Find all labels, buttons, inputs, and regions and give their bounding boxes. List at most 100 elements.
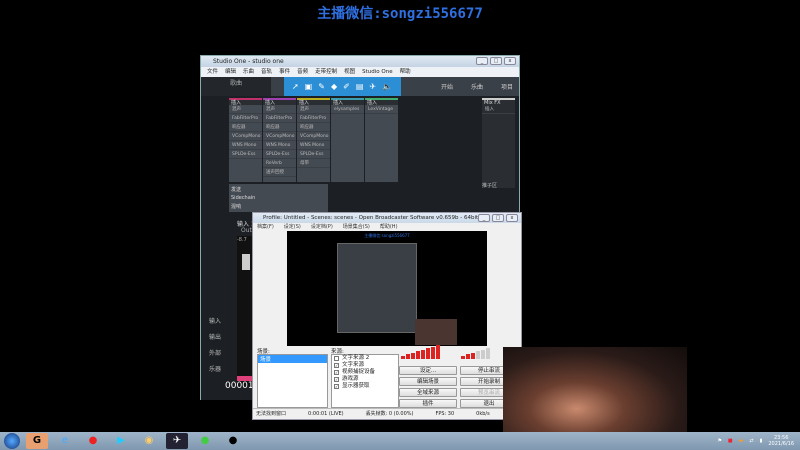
insert-plugin[interactable]: 母带 [297, 159, 330, 168]
insert-plugin[interactable]: FabFilterPro [263, 114, 296, 123]
maximize-button[interactable]: □ [490, 57, 502, 65]
mixfx-header[interactable]: Mix FX [482, 98, 515, 106]
insert-plugin[interactable]: SPLDe-Ess [229, 150, 262, 159]
source-item[interactable]: ✓ 游戏源 [332, 376, 398, 383]
menu-item[interactable]: 音频 [297, 67, 308, 77]
obs-button[interactable]: 设定... [399, 366, 457, 375]
chat-app-icon[interactable]: ● [194, 433, 216, 449]
obs-button[interactable]: 全域来源 [399, 388, 457, 397]
side-button[interactable]: 输出 [209, 332, 221, 341]
side-button[interactable]: 外部 [209, 348, 221, 357]
side-button[interactable]: 乐器 [209, 364, 221, 373]
menu-item[interactable]: 设定(S) [284, 223, 301, 231]
mute-tool-icon[interactable]: ✈ [369, 82, 376, 91]
split-tool-icon[interactable]: ▤ [356, 82, 364, 91]
paint-tool-icon[interactable]: ✐ [343, 82, 350, 91]
obs-taskbar-icon[interactable]: ● [222, 433, 244, 449]
insert-plugin[interactable]: VCompMono [263, 132, 296, 141]
menu-item[interactable]: 音轨 [261, 67, 272, 77]
pencil-tool-icon[interactable]: ✎ [318, 82, 325, 91]
netease-music-icon[interactable]: ● [82, 433, 104, 449]
menu-item[interactable]: 帮助(H) [380, 223, 398, 231]
keyboard-icon[interactable]: ▬ [739, 438, 744, 444]
menu-item[interactable]: 设定档(P) [311, 223, 333, 231]
insert-plugin[interactable]: WNS Mono [297, 141, 330, 150]
speaker-icon[interactable]: 🔈 [382, 82, 392, 91]
volume-icon[interactable]: ▮ [760, 438, 763, 444]
flag-icon[interactable]: ⚑ [717, 438, 721, 444]
insert-plugin[interactable]: VCompMono [229, 132, 262, 141]
insert-plugin[interactable]: VCompMono [297, 132, 330, 141]
insert-plugin[interactable]: FabFilterPro [229, 114, 262, 123]
insert-plugin[interactable]: FabFilterPro [297, 114, 330, 123]
project-button[interactable]: 项目 [501, 82, 513, 91]
insert-plugin[interactable]: SPLDe-Ess [297, 150, 330, 159]
menu-item[interactable]: 档案(F) [257, 223, 274, 231]
insert-header[interactable]: 插入 [297, 98, 330, 106]
insert-plugin[interactable]: SPLDe-Ess [263, 150, 296, 159]
game-icon[interactable]: ◉ [138, 433, 160, 449]
eraser-tool-icon[interactable]: ◆ [331, 82, 337, 91]
clock[interactable]: 23:56 2021/6/16 [768, 435, 794, 447]
insert-plugin[interactable]: 响应器 [229, 123, 262, 132]
insert-plugin[interactable]: LexVintage [365, 105, 398, 114]
source-item[interactable]: 文字来源 2 [332, 355, 398, 362]
insert-header[interactable]: 插入 [365, 98, 398, 106]
send-sidechain[interactable]: Sidechain [231, 195, 326, 201]
insert-header[interactable]: 插入 [229, 98, 262, 106]
start-button[interactable] [4, 433, 20, 449]
menu-item[interactable]: 事件 [279, 67, 290, 77]
source-item[interactable]: ✓ 显示器获取 [332, 383, 398, 390]
network-icon[interactable]: ⇄ [749, 438, 753, 444]
app-g-icon[interactable]: G [26, 433, 48, 449]
obs-button[interactable]: 插件 [399, 399, 457, 408]
insert-plugin[interactable]: 混声 [297, 105, 330, 114]
insert-plugin[interactable]: elysamples [331, 105, 364, 114]
song-button[interactable]: 乐曲 [471, 82, 483, 91]
insert-plugin[interactable]: WNS Mono [263, 141, 296, 150]
source-checkbox[interactable]: ✓ [334, 377, 339, 382]
obs-titlebar[interactable]: Profile: Untitled - Scenes: scenes - Ope… [253, 213, 521, 223]
studio-one-taskbar-icon[interactable]: ✈ [166, 433, 188, 449]
source-checkbox[interactable]: ✓ [334, 363, 339, 368]
menu-item[interactable]: 乐曲 [243, 67, 254, 77]
fader-knob[interactable] [242, 254, 250, 270]
insert-header[interactable]: 插入 [331, 98, 364, 106]
insert-plugin[interactable]: WNS Mono [229, 141, 262, 150]
song-selector[interactable]: 歌曲 [201, 77, 271, 96]
insert-plugin[interactable]: 响应器 [297, 123, 330, 132]
close-button[interactable]: x [504, 57, 516, 65]
video-player-icon[interactable]: ▶ [110, 433, 132, 449]
obs-button[interactable]: 编辑场景 [399, 377, 457, 386]
insert-plugin[interactable]: 响应器 [263, 123, 296, 132]
range-tool-icon[interactable]: ▣ [305, 82, 313, 91]
source-checkbox[interactable]: ✓ [334, 370, 339, 375]
insert-plugin[interactable]: 送声回授 [263, 168, 296, 177]
arrow-tool-icon[interactable]: ➚ [292, 82, 299, 91]
source-checkbox[interactable]: ✓ [334, 384, 339, 389]
insert-plugin[interactable]: ReVerb [263, 159, 296, 168]
obs-window[interactable]: Profile: Untitled - Scenes: scenes - Ope… [252, 212, 522, 420]
insert-header[interactable]: 插入 [263, 98, 296, 106]
tray-app-icon[interactable]: ■ [728, 438, 733, 444]
menu-item[interactable]: 编辑 [225, 67, 236, 77]
insert-plugin[interactable]: 混声 [229, 105, 262, 114]
menu-item[interactable]: 帮助 [400, 67, 411, 77]
menu-item[interactable]: 视图 [344, 67, 355, 77]
insert-plugin[interactable]: 混声 [263, 105, 296, 114]
side-button[interactable]: 输入 [209, 316, 221, 325]
send-reverb[interactable]: 混响 [231, 203, 326, 210]
ie-icon[interactable]: e [54, 433, 76, 449]
start-button[interactable]: 开始 [441, 82, 453, 91]
source-item[interactable]: ✓ 视频捕捉设备 [332, 369, 398, 376]
minimize-button[interactable]: _ [476, 57, 488, 65]
mixfx-insert[interactable]: 插入 [482, 105, 515, 114]
studio-one-titlebar[interactable]: Studio One - studio one _ □ x [201, 56, 519, 67]
menu-item[interactable]: Studio One [362, 67, 392, 77]
minimize-button[interactable]: _ [478, 214, 490, 222]
close-button[interactable]: x [506, 214, 518, 222]
menu-item[interactable]: 场景集合(S) [343, 223, 370, 231]
source-item[interactable]: ✓ 文字来源 [332, 362, 398, 369]
source-checkbox[interactable] [334, 356, 339, 361]
scene-item[interactable]: 场景 [258, 355, 327, 363]
